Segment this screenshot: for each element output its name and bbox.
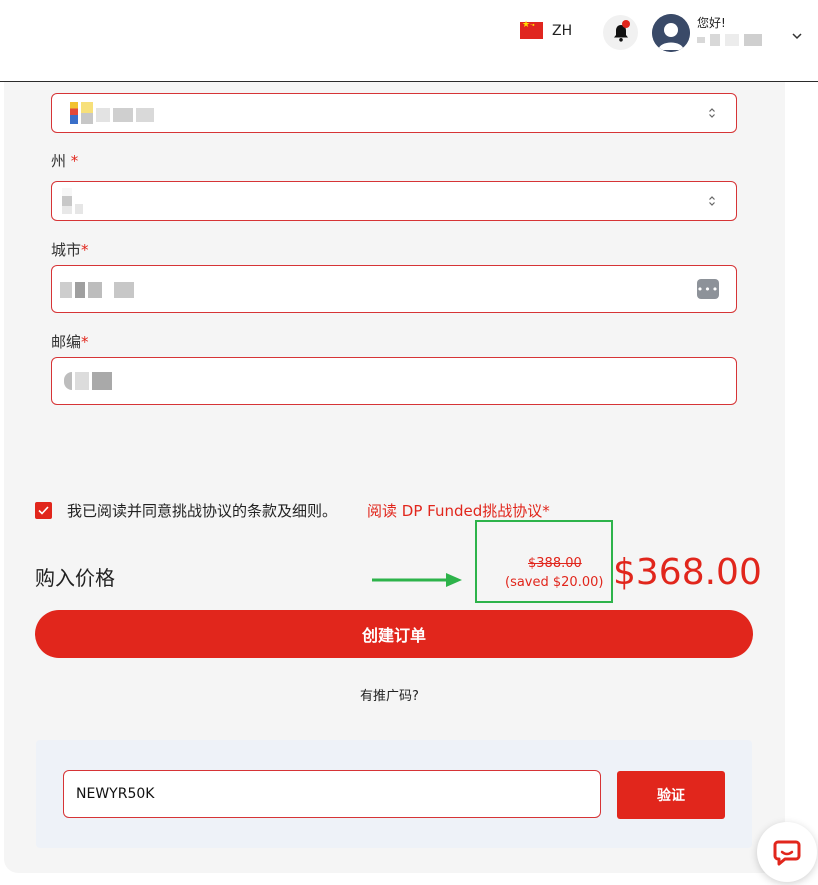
top-header: ZH 您好! [0, 0, 818, 82]
chat-icon [773, 840, 801, 866]
final-price: $368.00 [613, 552, 762, 593]
language-switcher[interactable]: ZH [520, 20, 573, 39]
updown-chevron-icon [709, 196, 715, 206]
keyboard-icon[interactable]: ••• [697, 279, 719, 299]
state-value-redacted [62, 188, 83, 214]
create-order-button[interactable]: 创建订单 [35, 610, 753, 658]
username-redacted [697, 34, 762, 46]
user-avatar-icon [652, 14, 690, 52]
purchase-price-label: 购入价格 [35, 566, 115, 590]
updown-chevron-icon [709, 108, 715, 118]
agreement-checkbox[interactable] [35, 502, 52, 519]
chevron-down-icon [792, 33, 802, 40]
avatar[interactable] [652, 14, 690, 52]
zip-field[interactable] [51, 357, 737, 405]
arrow-right-icon [372, 573, 462, 587]
promo-code-input[interactable]: NEWYR50K [63, 770, 601, 818]
agreement-text: 我已阅读并同意挑战协议的条款及细则。 [67, 502, 338, 520]
zip-value-redacted [64, 372, 112, 390]
chat-button[interactable] [757, 822, 817, 882]
city-label: 城市* [51, 241, 89, 259]
greeting-text: 您好! [697, 16, 726, 30]
country-value-redacted [70, 102, 154, 124]
state-label: 州 * [51, 152, 79, 170]
china-flag-icon [520, 20, 543, 39]
agreement-link[interactable]: 阅读 DP Funded挑战协议* [367, 500, 550, 521]
language-code: ZH [552, 22, 573, 39]
city-value-redacted [60, 282, 134, 298]
promo-code-question[interactable]: 有推广码? [360, 685, 419, 704]
verify-button[interactable]: 验证 [617, 771, 725, 819]
check-icon [38, 506, 49, 515]
state-select[interactable] [51, 181, 737, 221]
zip-label: 邮编* [51, 333, 89, 351]
savings-text: (saved $20.00) [505, 575, 604, 590]
notification-badge [622, 20, 630, 28]
original-price: $388.00 [528, 556, 582, 571]
country-select[interactable] [51, 93, 737, 133]
account-menu-toggle[interactable] [791, 25, 803, 44]
city-field[interactable]: ••• [51, 265, 737, 313]
notifications-button[interactable] [603, 15, 638, 50]
